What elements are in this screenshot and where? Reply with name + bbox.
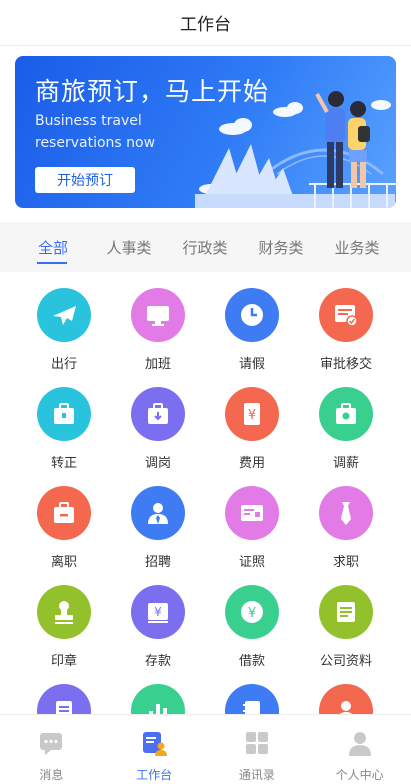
app-expense[interactable]: ¥ 费用 [207, 375, 297, 471]
app-label: 借款 [238, 654, 265, 669]
app-company-docs[interactable]: 公司资料 [301, 573, 391, 669]
app-label: 出行 [50, 357, 77, 372]
app-resignation[interactable]: 离职 [19, 474, 109, 570]
page-title: 工作台 [180, 15, 231, 35]
app-overtime[interactable]: 加班 [113, 276, 203, 372]
approval-transfer-icon [319, 288, 373, 342]
tab-label: 业务类 [334, 238, 380, 257]
app-travel[interactable]: 出行 [19, 276, 109, 372]
nav-profile[interactable]: 个人中心 [308, 715, 411, 784]
app-label: 费用 [238, 456, 265, 471]
app-label: 存款 [144, 654, 171, 669]
app-deposit[interactable]: ¥ 存款 [113, 573, 203, 669]
app-label: 调薪 [332, 456, 359, 471]
svg-text:¥: ¥ [248, 408, 256, 423]
tab-admin[interactable]: 行政类 [167, 237, 243, 258]
tab-business[interactable]: 业务类 [319, 237, 395, 258]
app-regularization[interactable]: 转正 [19, 375, 109, 471]
tab-label: 全部 [37, 238, 68, 257]
app-label: 调岗 [144, 456, 171, 471]
expense-icon: ¥ [225, 387, 279, 441]
tab-label: 财务类 [258, 238, 304, 257]
app-seal[interactable]: 印章 [19, 573, 109, 669]
recruit-person-icon [131, 486, 185, 540]
app-label: 求职 [332, 555, 359, 570]
app-salary-adjust[interactable]: 调薪 [301, 375, 391, 471]
svg-text:¥: ¥ [154, 605, 162, 619]
contacts-grid-icon [245, 732, 268, 754]
svg-text:¥: ¥ [248, 606, 256, 621]
tab-finance[interactable]: 财务类 [243, 237, 319, 258]
app-label: 招聘 [144, 555, 171, 570]
app-label: 证照 [238, 555, 265, 570]
nav-label: 通讯录 [238, 768, 275, 782]
salary-bag-icon [319, 387, 373, 441]
top-bar: 工作台 [0, 0, 411, 46]
workbench-icon [143, 732, 168, 756]
app-license[interactable]: 证照 [207, 474, 297, 570]
banner-title: 商旅预订，马上开始 [35, 77, 270, 106]
app-transfer-post[interactable]: 调岗 [113, 375, 203, 471]
app-leave[interactable]: 请假 [207, 276, 297, 372]
license-card-icon [225, 486, 279, 540]
bottom-navigation: 消息 工作台 通讯录 个人中心 [0, 714, 411, 784]
nav-label: 工作台 [136, 768, 173, 782]
start-booking-button[interactable]: 开始预订 [35, 167, 135, 193]
app-label: 公司资料 [319, 654, 372, 669]
app-approval-transfer[interactable]: 审批移交 [301, 276, 391, 372]
app-label: 审批移交 [319, 357, 372, 372]
loan-yen-icon: ¥ [225, 585, 279, 639]
nav-label: 个人中心 [335, 768, 384, 782]
deposit-icon: ¥ [131, 585, 185, 639]
active-tab-indicator [37, 261, 67, 264]
tab-label: 行政类 [182, 238, 228, 257]
transfer-box-icon [131, 387, 185, 441]
banner-subtitle-line2: reservations now [35, 135, 156, 151]
profile-icon [348, 732, 371, 756]
app-label: 转正 [50, 456, 77, 471]
banner-subtitle-line1: Business travel [35, 113, 142, 129]
resign-bag-icon [37, 486, 91, 540]
app-recruitment[interactable]: 招聘 [113, 474, 203, 570]
company-docs-icon [319, 585, 373, 639]
app-label: 加班 [144, 357, 171, 372]
app-label: 离职 [50, 555, 77, 570]
message-icon [40, 733, 63, 755]
nav-contacts[interactable]: 通讯录 [206, 715, 309, 784]
app-loan[interactable]: ¥ 借款 [207, 573, 297, 669]
tab-hr[interactable]: 人事类 [91, 237, 167, 258]
tie-icon [319, 486, 373, 540]
app-label: 请假 [238, 357, 265, 372]
nav-messages[interactable]: 消息 [0, 715, 103, 784]
travel-banner[interactable]: 商旅预订，马上开始 Business travel reservations n… [15, 56, 396, 208]
clock-icon [225, 288, 279, 342]
category-tabs: 全部 人事类 行政类 财务类 业务类 [0, 222, 411, 272]
nav-workbench[interactable]: 工作台 [103, 715, 206, 784]
monitor-icon [131, 288, 185, 342]
airplane-icon [37, 288, 91, 342]
seal-stamp-icon [37, 585, 91, 639]
nav-label: 消息 [39, 768, 64, 782]
tab-all[interactable]: 全部 [15, 237, 91, 264]
tab-label: 人事类 [106, 238, 152, 257]
app-job-seeking[interactable]: 求职 [301, 474, 391, 570]
briefcase-icon [37, 387, 91, 441]
app-label: 印章 [50, 654, 77, 669]
